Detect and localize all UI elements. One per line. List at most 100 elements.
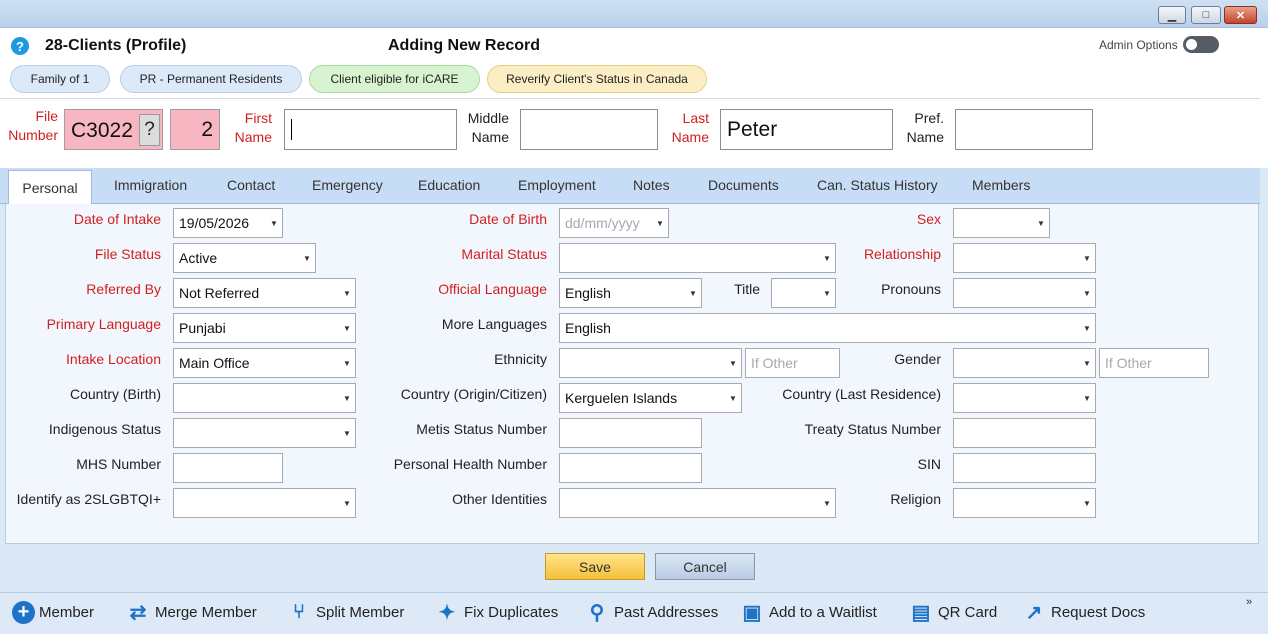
mode-title: Adding New Record — [388, 37, 541, 54]
chevron-down-icon: ▼ — [343, 323, 351, 333]
pref-name-label: Pref. Name — [906, 110, 944, 145]
tab-notes[interactable]: Notes — [633, 177, 670, 193]
close-button[interactable]: ✕ — [1224, 6, 1257, 24]
split-member-button[interactable]: ⑂ Split Member — [286, 598, 404, 626]
more-chevron-icon[interactable]: » — [1246, 596, 1252, 608]
chip-family[interactable]: Family of 1 — [10, 65, 110, 93]
minimize-button[interactable]: ▁ — [1158, 6, 1186, 24]
tab-can-status-history[interactable]: Can. Status History — [817, 177, 938, 193]
pronouns-select[interactable]: ▼ — [953, 278, 1096, 308]
marital-status-select[interactable]: ▼ — [559, 243, 836, 273]
save-button[interactable]: Save — [545, 553, 645, 580]
sex-select[interactable]: ▼ — [953, 208, 1050, 238]
pronouns-label: Pronouns — [881, 281, 941, 297]
title-label: Title — [734, 281, 760, 297]
pref-name-input[interactable] — [955, 109, 1093, 150]
admin-options-toggle[interactable] — [1183, 36, 1219, 53]
file-number-help-button[interactable]: ? — [139, 114, 160, 146]
id-badge-icon: ▤ — [911, 601, 931, 624]
gender-select[interactable]: ▼ — [953, 348, 1096, 378]
gender-other-input[interactable]: If Other — [1099, 348, 1209, 378]
chevron-down-icon: ▼ — [1083, 253, 1091, 263]
tab-bar — [0, 168, 1260, 204]
file-number-field[interactable]: C3022 ? — [64, 109, 163, 150]
intake-location-select[interactable]: Main Office ▼ — [173, 348, 356, 378]
date-of-birth-input[interactable]: dd/mm/yyyy ▼ — [559, 208, 669, 238]
chip-status[interactable]: PR - Permanent Residents — [120, 65, 302, 93]
country-birth-label: Country (Birth) — [69, 386, 161, 402]
first-name-label: First Name — [234, 110, 272, 145]
tab-documents[interactable]: Documents — [708, 177, 779, 193]
last-name-input[interactable]: Peter — [720, 109, 893, 150]
chip-icare[interactable]: Client eligible for iCARE — [309, 65, 480, 93]
other-identities-select[interactable]: ▼ — [559, 488, 836, 518]
last-name-label: Last Name — [671, 110, 709, 145]
mhs-input[interactable] — [173, 453, 283, 483]
primary-language-select[interactable]: Punjabi ▼ — [173, 313, 356, 343]
waitlist-add-icon: ▣ — [742, 601, 762, 624]
religion-label: Religion — [890, 491, 941, 507]
chevron-down-icon: ▼ — [729, 358, 737, 368]
sin-input[interactable] — [953, 453, 1096, 483]
tab-emergency[interactable]: Emergency — [312, 177, 383, 193]
country-last-select[interactable]: ▼ — [953, 383, 1096, 413]
file-number-label: File Number — [8, 108, 58, 143]
more-languages-select[interactable]: English ▼ — [559, 313, 1096, 343]
chevron-down-icon: ▼ — [1083, 358, 1091, 368]
first-name-input[interactable] — [284, 109, 457, 150]
tab-immigration[interactable]: Immigration — [114, 177, 187, 193]
mhs-label: MHS Number — [76, 456, 161, 472]
relationship-label: Relationship — [863, 246, 941, 262]
add-to-waitlist-button[interactable]: ▣ Add to a Waitlist — [739, 598, 877, 626]
past-addresses-button[interactable]: ⚲ Past Addresses — [584, 598, 719, 626]
chevron-down-icon: ▼ — [1083, 393, 1091, 403]
relationship-select[interactable]: ▼ — [953, 243, 1096, 273]
sex-label: Sex — [916, 211, 941, 227]
chip-reverify[interactable]: Reverify Client's Status in Canada — [487, 65, 707, 93]
identify-select[interactable]: ▼ — [173, 488, 356, 518]
ethnicity-select[interactable]: ▼ — [559, 348, 742, 378]
treaty-input[interactable] — [953, 418, 1096, 448]
chevron-down-icon: ▼ — [689, 288, 697, 298]
admin-options-label: Admin Options — [1099, 38, 1178, 52]
metis-input[interactable] — [559, 418, 702, 448]
fix-duplicates-button[interactable]: ✦ Fix Duplicates — [434, 598, 559, 626]
tab-personal[interactable]: Personal — [8, 170, 92, 205]
request-docs-button[interactable]: ↗ Request Docs — [1021, 598, 1146, 626]
primary-language-label: Primary Language — [46, 316, 161, 332]
phn-input[interactable] — [559, 453, 702, 483]
plus-circle-icon: + — [12, 600, 35, 624]
other-identities-label: Other Identities — [452, 491, 547, 507]
referred-by-select[interactable]: Not Referred ▼ — [173, 278, 356, 308]
ethnicity-label: Ethnicity — [494, 351, 547, 367]
country-origin-select[interactable]: Kerguelen Islands ▼ — [559, 383, 742, 413]
text-cursor — [291, 119, 292, 140]
identify-label: Identify as 2SLGBTQI+ — [16, 491, 161, 507]
merge-member-button[interactable]: ⇄ Merge Member — [125, 598, 257, 626]
maximize-button[interactable]: □ — [1191, 6, 1221, 24]
chevron-down-icon: ▼ — [656, 218, 664, 228]
tab-education[interactable]: Education — [418, 177, 480, 193]
cancel-button[interactable]: Cancel — [655, 553, 755, 580]
chevron-down-icon: ▼ — [343, 358, 351, 368]
chevron-down-icon: ▼ — [343, 428, 351, 438]
religion-select[interactable]: ▼ — [953, 488, 1096, 518]
treaty-label: Treaty Status Number — [804, 421, 941, 437]
date-of-birth-label: Date of Birth — [469, 211, 547, 227]
more-languages-label: More Languages — [441, 316, 547, 332]
tab-members[interactable]: Members — [972, 177, 1030, 193]
date-of-intake-label: Date of Intake — [73, 211, 161, 227]
tab-employment[interactable]: Employment — [518, 177, 596, 193]
help-icon[interactable]: ? — [11, 37, 29, 55]
qr-card-button[interactable]: ▤ QR Card — [908, 598, 998, 626]
file-status-select[interactable]: Active ▼ — [173, 243, 316, 273]
chevron-down-icon: ▼ — [343, 498, 351, 508]
member-number-field[interactable]: 2 — [170, 109, 220, 150]
add-member-button[interactable]: + Member — [12, 598, 94, 626]
indigenous-select[interactable]: ▼ — [173, 418, 356, 448]
date-of-intake-input[interactable]: 19/05/2026 ▼ — [173, 208, 283, 238]
middle-name-input[interactable] — [520, 109, 658, 150]
country-birth-select[interactable]: ▼ — [173, 383, 356, 413]
tab-contact[interactable]: Contact — [227, 177, 275, 193]
official-language-select[interactable]: English ▼ — [559, 278, 702, 308]
